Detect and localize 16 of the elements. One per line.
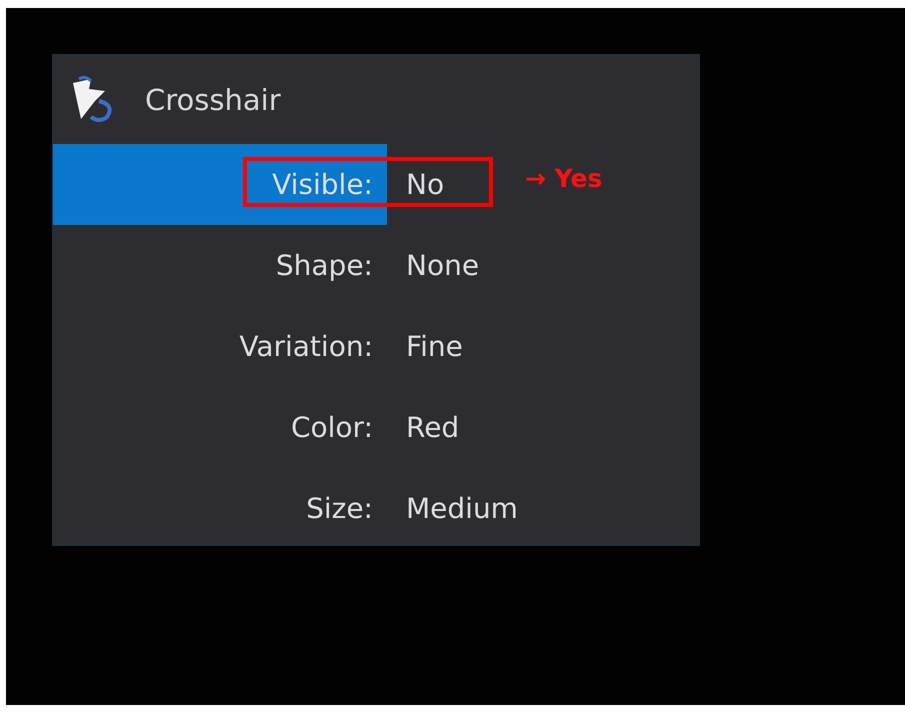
menu-row[interactable]: Color: Red (53, 387, 699, 468)
annotation-note: → Yes (525, 164, 602, 193)
panel-title: Crosshair (145, 82, 281, 116)
setting-label: Size: (306, 492, 373, 525)
menu-row[interactable]: Variation: Fine (53, 306, 699, 387)
menu-row[interactable]: Shape: None (53, 225, 699, 306)
setting-value: Medium (406, 492, 518, 525)
setting-value: Red (406, 411, 460, 444)
setting-label: Visible: (272, 168, 373, 201)
menu-row[interactable]: Size: Medium (53, 468, 699, 549)
setting-value: Fine (406, 330, 463, 363)
setting-label: Shape: (276, 249, 373, 282)
setting-label: Color: (290, 411, 373, 444)
setting-value: None (406, 249, 480, 282)
setting-label: Variation: (239, 330, 373, 363)
setting-value: No (406, 168, 444, 201)
